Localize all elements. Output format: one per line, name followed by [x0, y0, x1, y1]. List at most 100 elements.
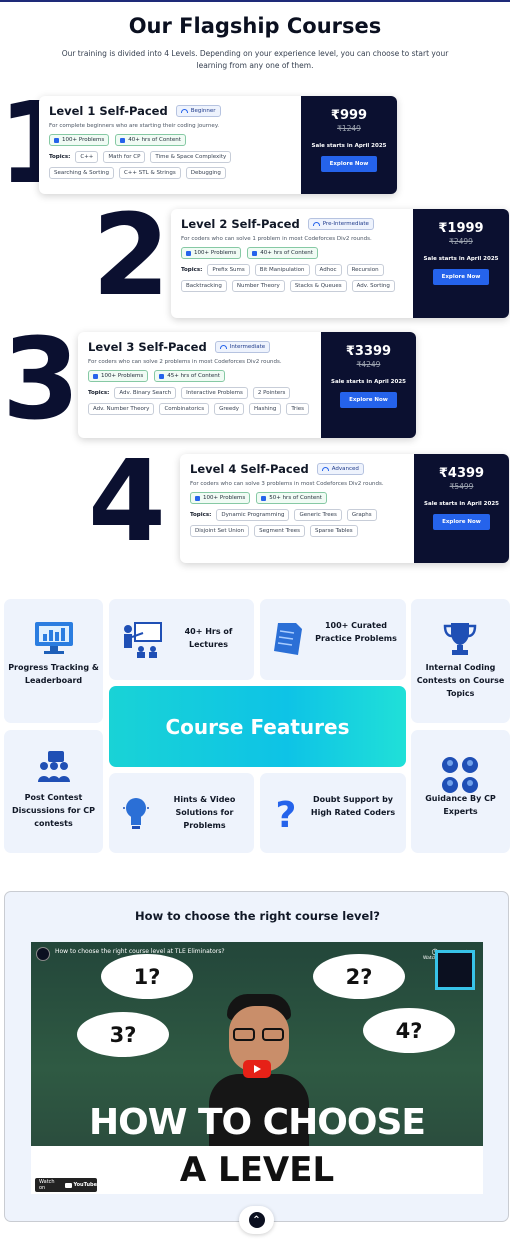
level-title: Level 3 Self-Paced Intermediate	[88, 340, 312, 354]
topic-tag: Number Theory	[231, 280, 285, 292]
discussion-icon	[38, 751, 70, 782]
gauge-icon	[219, 345, 227, 349]
top-border	[0, 0, 510, 2]
feature-progress: Progress Tracking & Leaderboard	[4, 599, 103, 723]
channel-logo	[36, 947, 50, 961]
topic-tag: Graphs	[346, 509, 377, 521]
feature-discussions: Post Contest Discussions for CP contests	[4, 730, 103, 853]
price-original: ₹2499	[449, 237, 473, 246]
topic-tag: Stacks & Queues	[289, 280, 347, 292]
content-chip: 50+ hrs of Content	[256, 492, 327, 504]
price-original: ₹1249	[337, 124, 361, 133]
clock-icon	[159, 373, 165, 379]
problems-chip: 100+ Problems	[49, 134, 110, 146]
video-section: How to choose the right course level? Ho…	[4, 891, 509, 1222]
content-chip: 45+ hrs of Content	[154, 370, 225, 382]
topic-tag: Debugging	[185, 167, 226, 179]
level-number-4: 4	[88, 437, 166, 567]
leaderboard-icon	[35, 622, 73, 654]
watch-on-youtube[interactable]: Watch on YouTube	[35, 1178, 97, 1192]
sale-notice: Sale starts in April 2025	[311, 143, 387, 149]
topic-tag: Searching & Sorting	[49, 167, 114, 179]
topic-tag: C++ STL & Strings	[118, 167, 181, 179]
problems-icon	[186, 250, 191, 256]
level-card-3: Level 3 Self-Paced Intermediate For coder…	[78, 332, 416, 438]
topic-tag: Disjoint Set Union	[190, 525, 250, 537]
price-current: ₹4399	[438, 466, 485, 481]
price-panel: ₹4399 ₹5499 Sale starts in April 2025 Ex…	[414, 454, 509, 563]
price-original: ₹5499	[449, 482, 474, 491]
explore-button[interactable]: Explore Now	[320, 156, 378, 172]
clock-icon	[261, 495, 267, 501]
topic-tag: Adv. Binary Search	[114, 387, 177, 399]
problems-chip: 100+ Problems	[190, 492, 251, 504]
price-panel: ₹999 ₹1249 Sale starts in April 2025 Exp…	[301, 96, 397, 194]
level-badge: Intermediate	[214, 341, 271, 353]
youtube-embed[interactable]: How to choose the right course level at …	[31, 942, 483, 1194]
thought-cloud-2: 2?	[313, 954, 405, 999]
scroll-to-top-button[interactable]: ⌃	[239, 1206, 274, 1234]
level-card-4: Level 4 Self-Paced Advanced For coders wh…	[180, 454, 509, 563]
level-title: Level 4 Self-Paced Advanced	[190, 462, 404, 476]
level-description: For coders who can solve 1 problem in mo…	[181, 236, 372, 242]
topic-tag: Adv. Number Theory	[88, 403, 155, 415]
content-chip: 40+ hrs of Content	[115, 134, 186, 146]
level-title: Level 2 Self-Paced Pre-Intermediate	[181, 217, 403, 231]
level-badge: Advanced	[316, 463, 364, 475]
sale-notice: Sale starts in April 2025	[424, 501, 499, 507]
chevron-up-icon: ⌃	[248, 1212, 265, 1228]
level-description: For coders who can solve 3 problems in m…	[190, 481, 384, 487]
document-icon	[274, 623, 302, 655]
sale-notice: Sale starts in April 2025	[423, 256, 499, 262]
problems-chip: 100+ Problems	[181, 247, 242, 259]
topic-tag: Sparse Tables	[309, 525, 358, 537]
topic-tag: Math for CP	[103, 151, 146, 163]
topic-tag: Interactive Problems	[181, 387, 248, 399]
topic-tag: C++	[75, 151, 99, 163]
price-current: ₹999	[330, 108, 368, 123]
problems-chip: 100+ Problems	[88, 370, 149, 382]
topic-tag: Backtracking	[181, 280, 227, 292]
topic-tag: Tries	[286, 403, 309, 415]
topic-tag: Dynamic Programming	[216, 509, 290, 521]
question-icon: ?	[276, 795, 297, 833]
svg-text:?: ?	[276, 795, 297, 833]
lightbulb-icon	[123, 798, 149, 829]
level-description: For coders who can solve 2 problems in m…	[88, 359, 282, 365]
level-badge: Beginner	[175, 105, 221, 117]
sale-notice: Sale starts in April 2025	[331, 379, 406, 385]
level-description: For complete beginners who are starting …	[49, 123, 220, 129]
section-subtitle: Our training is divided into 4 Levels. D…	[61, 49, 449, 70]
topic-tag: Segment Trees	[254, 525, 305, 537]
feature-lectures: 40+ Hrs of Lectures	[109, 599, 254, 680]
lecture-icon	[124, 622, 162, 658]
topic-tag: Combinatorics	[159, 403, 210, 415]
price-original: ₹4249	[356, 360, 381, 369]
feature-doubt: ? Doubt Support by High Rated Coders	[260, 773, 406, 853]
topic-tag: Greedy	[214, 403, 244, 415]
section-title: Our Flagship Courses	[128, 14, 382, 38]
youtube-icon	[65, 1182, 73, 1188]
topic-tag: Adhoc	[314, 264, 342, 276]
explore-button[interactable]: Explore Now	[340, 392, 397, 408]
feature-practice: 100+ Curated Practice Problems	[260, 599, 406, 680]
thumbnail-headline-2: A LEVEL	[179, 1150, 335, 1190]
price-panel: ₹1999 ₹2499 Sale starts in April 2025 Ex…	[413, 209, 509, 318]
thought-cloud-1: 1?	[101, 954, 193, 999]
level-number-3: 3	[2, 315, 80, 445]
topic-tag: 2 Pointers	[252, 387, 291, 399]
youtube-logo: YouTube	[65, 1182, 97, 1188]
explore-button[interactable]: Explore Now	[432, 269, 490, 285]
price-current: ₹3399	[345, 344, 392, 359]
topic-tag: Generic Trees	[294, 509, 342, 521]
explore-button[interactable]: Explore Now	[433, 514, 490, 530]
topic-tag: Adv. Sorting	[351, 280, 395, 292]
clock-icon	[120, 137, 126, 143]
content-chip: 40+ hrs of Content	[247, 247, 318, 259]
topic-tag: Recursion	[346, 264, 384, 276]
topic-tag: Prefix Sums	[207, 264, 250, 276]
level-card-1: Level 1 Self-Paced Beginner For complete …	[39, 96, 397, 194]
play-button[interactable]	[243, 1060, 271, 1078]
thumbnail-headline-1: HOW TO CHOOSE	[89, 1102, 426, 1143]
thought-cloud-4: 4?	[363, 1008, 455, 1053]
